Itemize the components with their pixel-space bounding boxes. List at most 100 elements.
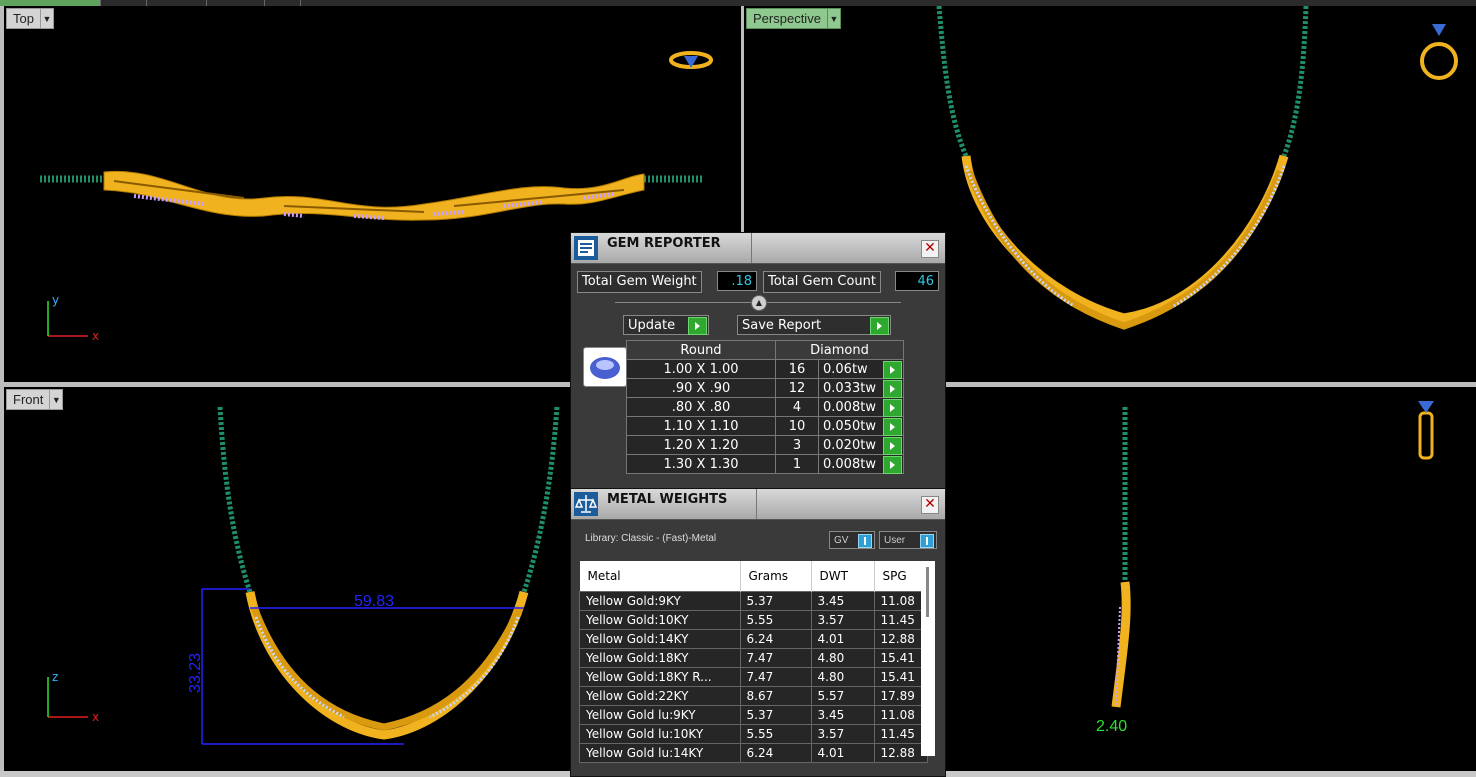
update-button-label: Update [628, 318, 676, 333]
play-icon[interactable] [883, 437, 902, 455]
metal-weights-table: Metal Grams DWT SPG Yellow Gold:9KY 5.37 3… [579, 561, 928, 763]
chevron-down-icon[interactable]: ▼ [827, 8, 841, 29]
metal-dwt: 3.45 [810, 591, 875, 611]
gem-count: 16 [775, 359, 819, 379]
metal-library-label: Library: Classic - (Fast)-Metal [585, 533, 717, 544]
play-icon[interactable] [883, 380, 902, 398]
gv-toggle[interactable]: GV [829, 531, 875, 549]
metal-weights-titlebar[interactable]: METAL WEIGHTS ✕ [571, 489, 945, 520]
dimension-width-label: 59.83 [354, 593, 394, 610]
metal-name: Yellow Gold lu:9KY [579, 705, 741, 725]
gem-tw: 0.06tw [823, 361, 868, 377]
table-row[interactable]: Yellow Gold lu:9KY 5.37 3.45 11.08 [579, 705, 928, 725]
gem-tw-cell: 0.008tw [818, 454, 904, 474]
metal-dwt: 4.01 [810, 629, 875, 649]
gem-shape-header: Round [626, 340, 776, 360]
gem-report-icon [574, 236, 598, 260]
table-row[interactable]: Yellow Gold:18KY 7.47 4.80 15.41 [579, 648, 928, 668]
scrollbar-thumb[interactable] [926, 567, 929, 617]
viewport-front-label: Front [6, 389, 51, 410]
axis-y-label: y [52, 293, 59, 307]
gem-reporter-panel: GEM REPORTER ✕ Total Gem Weight .18 Tota… [570, 232, 946, 492]
play-icon[interactable] [883, 418, 902, 436]
metal-spg: 11.45 [873, 724, 928, 744]
col-grams-header[interactable]: Grams [740, 561, 812, 592]
metal-name: Yellow Gold lu:10KY [579, 724, 741, 744]
metal-grams: 5.37 [739, 591, 812, 611]
total-gem-weight-value: .18 [717, 271, 757, 291]
close-icon[interactable]: ✕ [921, 240, 939, 258]
play-icon[interactable] [883, 456, 902, 474]
round-gem-icon [590, 357, 620, 379]
total-gem-count: Total Gem Count 46 [763, 271, 939, 293]
close-icon[interactable]: ✕ [921, 496, 939, 514]
viewport-top-label: Top [6, 8, 41, 29]
gem-size: 1.30 X 1.30 [626, 454, 776, 474]
title-divider [751, 233, 752, 263]
chevron-down-icon[interactable]: ▼ [50, 389, 64, 410]
gem-tw: 0.033tw [823, 380, 876, 396]
metal-spg: 15.41 [873, 667, 928, 687]
table-row[interactable]: Yellow Gold lu:14KY 6.24 4.01 12.88 [579, 743, 928, 763]
play-icon[interactable] [883, 399, 902, 417]
gem-row: .80 X .80 4 0.008tw [626, 397, 904, 417]
metal-grams: 5.55 [739, 610, 812, 630]
gem-shape-thumbnail[interactable] [583, 347, 627, 387]
metal-grams: 5.37 [739, 705, 812, 725]
gem-row: 1.00 X 1.00 16 0.06tw [626, 359, 904, 379]
metal-table-scrollbar[interactable] [921, 561, 935, 756]
col-spg-header[interactable]: SPG [874, 561, 928, 592]
chevron-down-icon[interactable]: ▼ [40, 8, 54, 29]
gem-tw: 0.050tw [823, 418, 876, 434]
table-row[interactable]: Yellow Gold:10KY 5.55 3.57 11.45 [579, 610, 928, 630]
gem-reporter-titlebar[interactable]: GEM REPORTER ✕ [571, 233, 945, 264]
update-button[interactable]: Update [623, 315, 709, 335]
table-row[interactable]: Yellow Gold:18KY R... 7.47 4.80 15.41 [579, 667, 928, 687]
gem-tw: 0.020tw [823, 437, 876, 453]
scale-icon [574, 492, 598, 516]
viewport-front-menu[interactable]: Front ▼ [6, 389, 64, 410]
viewport-top-menu[interactable]: Top ▼ [6, 8, 54, 29]
gem-tw-cell: 0.06tw [818, 359, 904, 379]
gem-tw: 0.008tw [823, 399, 876, 415]
metal-name: Yellow Gold:14KY [579, 629, 741, 649]
gem-tw: 0.008tw [823, 456, 876, 472]
total-gem-weight-label: Total Gem Weight [577, 271, 702, 293]
metal-dwt: 5.57 [810, 686, 875, 706]
gem-row: .90 X .90 12 0.033tw [626, 378, 904, 398]
col-metal-header[interactable]: Metal [579, 561, 741, 592]
gem-reporter-title: GEM REPORTER [607, 236, 721, 251]
metal-spg: 11.08 [873, 591, 928, 611]
measure-value: 2.40 [1096, 718, 1127, 735]
user-toggle[interactable]: User [879, 531, 937, 549]
table-row[interactable]: Yellow Gold:22KY 8.67 5.57 17.89 [579, 686, 928, 706]
gem-tw-cell: 0.050tw [818, 416, 904, 436]
table-row[interactable]: Yellow Gold lu:10KY 5.55 3.57 11.45 [579, 724, 928, 744]
metal-spg: 12.88 [873, 629, 928, 649]
metal-dwt: 3.45 [810, 705, 875, 725]
gem-row: 1.30 X 1.30 1 0.008tw [626, 454, 904, 474]
save-report-button[interactable]: Save Report [737, 315, 891, 335]
table-row[interactable]: Yellow Gold:14KY 6.24 4.01 12.88 [579, 629, 928, 649]
play-icon [870, 317, 889, 335]
collapse-icon[interactable]: ▲ [751, 295, 767, 311]
dimension-height-label: 33.23 [187, 653, 204, 693]
axis-x-label: x [92, 710, 99, 724]
play-icon[interactable] [883, 361, 902, 379]
metal-grams: 8.67 [739, 686, 812, 706]
metal-spg: 11.08 [873, 705, 928, 725]
table-row[interactable]: Yellow Gold:9KY 5.37 3.45 11.08 [579, 591, 928, 611]
gem-count: 10 [775, 416, 819, 436]
gv-toggle-label: GV [834, 535, 849, 546]
metal-weights-title: METAL WEIGHTS [607, 492, 728, 507]
play-icon [688, 317, 707, 335]
user-toggle-label: User [884, 535, 906, 546]
metal-name: Yellow Gold:22KY [579, 686, 741, 706]
gem-table: Round Diamond 1.00 X 1.00 16 0.06tw .90 … [626, 340, 904, 474]
metal-dwt: 4.80 [810, 667, 875, 687]
metal-dwt: 4.80 [810, 648, 875, 668]
col-dwt-header[interactable]: DWT [811, 561, 875, 592]
viewport-perspective-menu[interactable]: Perspective ▼ [746, 8, 841, 29]
gem-size: 1.20 X 1.20 [626, 435, 776, 455]
toggle-switch-icon [920, 534, 934, 548]
